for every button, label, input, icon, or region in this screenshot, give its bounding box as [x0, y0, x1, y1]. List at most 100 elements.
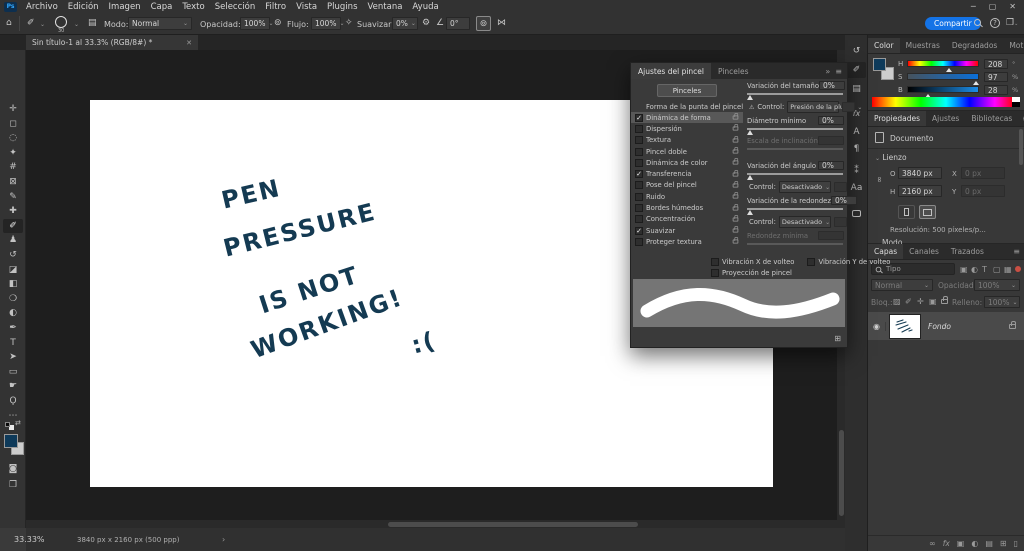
angle-jitter-field[interactable]: 0%: [818, 161, 844, 170]
history-brush-tool-icon[interactable]: ↺: [3, 248, 23, 262]
filter-smart-objects-icon[interactable]: ▦: [1004, 265, 1012, 274]
lock-paint-icon[interactable]: ✐: [905, 297, 912, 306]
brush-settings-panel-icon[interactable]: ✐: [847, 62, 866, 78]
angle-jitter-slider[interactable]: [747, 172, 843, 180]
frame-tool-icon[interactable]: ⊠: [3, 175, 23, 189]
crop-tool-icon[interactable]: #: [3, 160, 23, 174]
size-jitter-slider[interactable]: [747, 92, 843, 100]
horizontal-scrollbar[interactable]: [26, 520, 845, 528]
glyphs-panel-icon[interactable]: ⁑: [847, 163, 866, 179]
tab-ajustes[interactable]: Ajustes: [926, 111, 965, 126]
dynamics-checkbox[interactable]: [635, 227, 643, 235]
dodge-tool-icon[interactable]: ◐: [3, 306, 23, 320]
size-jitter-field[interactable]: 0%: [819, 81, 845, 90]
smoothing-field[interactable]: 0%⌄: [392, 17, 418, 30]
new-layer-icon[interactable]: ⊞: [1000, 539, 1007, 548]
foreground-color-swatch[interactable]: [4, 434, 18, 448]
dynamics-checkbox[interactable]: [635, 238, 643, 246]
dynamics-pose-del-pincel[interactable]: Pose del pincel: [631, 180, 743, 191]
dynamics-checkbox[interactable]: [635, 148, 643, 156]
color-spectrum-ramp[interactable]: [872, 97, 1020, 107]
roundness-jitter-slider[interactable]: [747, 207, 843, 215]
panel-scrollbar-thumb[interactable]: [1019, 129, 1023, 165]
layer-visibility-eye-icon[interactable]: ◉: [868, 322, 886, 331]
quick-mask-icon[interactable]: ◙: [3, 462, 23, 476]
b-value-field[interactable]: 28: [984, 85, 1008, 95]
tab-ajustes-del-pincel[interactable]: Ajustes del pincel: [631, 63, 711, 79]
lock-artboard-icon[interactable]: ▣: [929, 297, 937, 306]
flip-x-checkbox[interactable]: [711, 258, 719, 266]
close-button[interactable]: ✕: [1009, 2, 1016, 11]
comments-panel-icon[interactable]: [847, 205, 866, 221]
brush-tip-shape-item[interactable]: Forma de la punta del pincel: [631, 101, 743, 112]
lock-transparency-icon[interactable]: ▨: [893, 297, 901, 306]
toggle-brush-panel-icon[interactable]: ▤: [88, 18, 97, 28]
dynamics-checkbox[interactable]: [635, 215, 643, 223]
tab-pinceles[interactable]: Pinceles: [711, 63, 756, 79]
share-button[interactable]: Compartir: [925, 17, 981, 30]
panel-menu-icon[interactable]: ≡: [1018, 111, 1024, 126]
delete-layer-icon[interactable]: ▯: [1014, 539, 1018, 548]
lock-position-icon[interactable]: ✛: [917, 297, 924, 306]
lock-icon[interactable]: [733, 138, 739, 142]
roundness-control-select[interactable]: Desactivado⌄: [779, 216, 831, 228]
tab-degradados[interactable]: Degradados: [946, 38, 1003, 53]
dynamics-textura[interactable]: Textura: [631, 135, 743, 146]
link-dimensions-icon[interactable]: ∞: [875, 176, 884, 183]
black-swatch[interactable]: [1012, 102, 1020, 107]
document-tab[interactable]: Sin título-1 al 33.3% (RGB/8#) * ✕: [26, 35, 198, 50]
dynamics-checkbox[interactable]: [635, 181, 643, 189]
dynamics-checkbox[interactable]: [635, 170, 643, 178]
lock-icon[interactable]: [733, 150, 739, 154]
maximize-button[interactable]: ▢: [989, 2, 997, 11]
dynamics-bordes-humedos[interactable]: Bordes húmedos: [631, 202, 743, 213]
lock-icon[interactable]: [733, 116, 739, 120]
tab-bibliotecas[interactable]: Bibliotecas: [965, 111, 1018, 126]
flip-y-checkbox[interactable]: [807, 258, 815, 266]
character-panel-icon[interactable]: A: [847, 124, 866, 140]
dynamics-transferencia[interactable]: Transferencia: [631, 168, 743, 179]
canvas-section-header[interactable]: ⌄ Lienzo: [875, 153, 907, 162]
hue-slider[interactable]: [907, 60, 979, 67]
dynamics-dinamica-de-forma[interactable]: Dinámica de forma: [631, 112, 743, 123]
s-value-field[interactable]: 97: [984, 72, 1008, 82]
menu-texto[interactable]: Texto: [182, 2, 204, 12]
swap-colors-icon[interactable]: ⇄: [15, 419, 21, 427]
eraser-tool-icon[interactable]: ◪: [3, 263, 23, 277]
shape-tool-icon[interactable]: ▭: [3, 365, 23, 379]
bri-slider[interactable]: [907, 86, 979, 93]
lock-icon[interactable]: [733, 172, 739, 176]
layer-blend-mode-select[interactable]: Normal⌄: [871, 279, 933, 291]
brushes-button[interactable]: Pinceles: [657, 84, 717, 97]
blend-mode-select[interactable]: Normal⌄: [128, 17, 192, 30]
min-diameter-field[interactable]: 0%: [818, 116, 844, 125]
blur-tool-icon[interactable]: ❍: [3, 292, 23, 306]
type-tool-icon[interactable]: T: [3, 336, 23, 350]
lock-icon[interactable]: [733, 206, 739, 210]
panel-menu-icon[interactable]: ≡: [835, 67, 842, 76]
layer-filter-toggle[interactable]: [1015, 266, 1021, 272]
height-field[interactable]: 2160 px: [898, 185, 942, 197]
h-value-field[interactable]: 208: [984, 59, 1008, 69]
tab-canales[interactable]: Canales: [903, 244, 945, 259]
layer-thumbnail[interactable]: [890, 315, 920, 338]
size-control-select[interactable]: Presión de la pluma⌄: [787, 101, 839, 113]
vertical-scrollbar-thumb[interactable]: [839, 430, 844, 516]
menu-imagen[interactable]: Imagen: [109, 2, 141, 12]
zoom-level[interactable]: 33.33%: [14, 535, 45, 544]
layer-fill-field[interactable]: 100%⌄: [984, 296, 1020, 308]
add-mask-icon[interactable]: ▣: [957, 539, 965, 548]
collapse-panel-icon[interactable]: »: [825, 67, 830, 76]
move-tool-icon[interactable]: ✛: [3, 102, 23, 116]
path-selection-tool-icon[interactable]: ➤: [3, 350, 23, 364]
home-icon[interactable]: ⌂: [6, 18, 12, 28]
new-brush-icon[interactable]: ⊞: [834, 334, 841, 343]
clone-stamp-tool-icon[interactable]: ♟: [3, 233, 23, 247]
foreground-color-swatch[interactable]: [873, 58, 886, 71]
lock-icon[interactable]: [733, 183, 739, 187]
marquee-tool-icon[interactable]: ◻: [3, 117, 23, 131]
layer-name[interactable]: Fondo: [928, 322, 951, 331]
menu-plugins[interactable]: Plugins: [327, 2, 357, 12]
history-panel-icon[interactable]: ↺: [847, 43, 866, 59]
min-diameter-slider[interactable]: [747, 127, 843, 135]
